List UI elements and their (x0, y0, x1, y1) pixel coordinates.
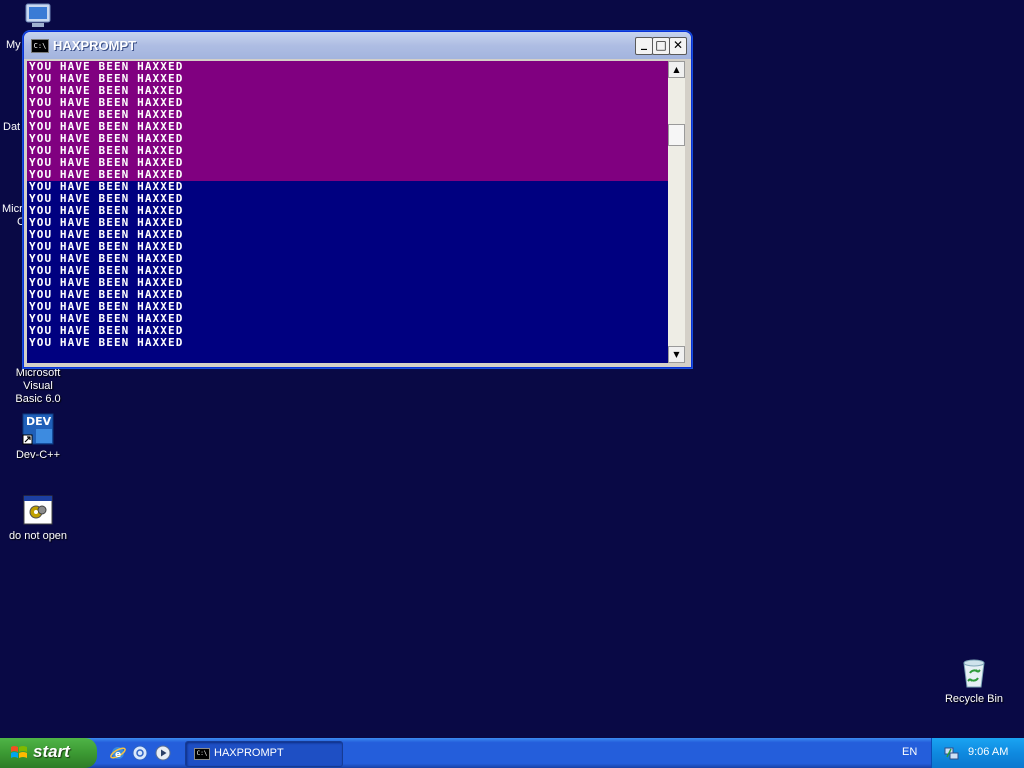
system-tray: 9:06 AM (931, 738, 1024, 768)
devcpp-label: Dev-C++ (15, 449, 61, 461)
console-app-icon[interactable]: C:\ (31, 39, 49, 53)
internet-explorer-icon[interactable]: e (110, 745, 126, 761)
start-label: start (33, 742, 70, 761)
scroll-up-arrow-icon[interactable]: ▲ (668, 61, 685, 78)
desktop-icon-donotopen[interactable]: do not open (0, 494, 76, 543)
my-computer-icon[interactable] (22, 2, 54, 30)
scroll-down-arrow-icon[interactable]: ▼ (668, 346, 685, 363)
devcpp-icon: DEV (22, 413, 54, 445)
maximize-button[interactable]: □ (652, 37, 670, 55)
console-title-bar[interactable]: C:\ HAXPROMPT _ □ ✕ (24, 32, 691, 59)
desktop: My Dat Micro C Microsoft Visual Basic 6.… (0, 0, 1024, 738)
console-window[interactable]: C:\ HAXPROMPT _ □ ✕ YOU HAVE BEEN HAXXED… (23, 31, 692, 368)
taskbar: start e C:\ HAXPROMPT EN 9:06 AM (0, 738, 1024, 768)
desktop-icon-recycle-bin[interactable]: Recycle Bin (936, 657, 1012, 706)
recycle-bin-label: Recycle Bin (944, 693, 1004, 705)
scrollbar-thumb[interactable] (668, 124, 685, 146)
network-icon[interactable] (944, 745, 960, 761)
recycle-bin-icon (958, 657, 990, 689)
desktop-icon-devcpp[interactable]: DEV Dev-C++ (0, 413, 76, 462)
language-indicator[interactable]: EN (902, 746, 917, 758)
desktop-icon-vb6[interactable]: Microsoft Visual Basic 6.0 (0, 367, 76, 406)
minimize-button[interactable]: _ (635, 37, 653, 55)
close-button[interactable]: ✕ (669, 37, 687, 55)
console-vertical-scrollbar[interactable]: ▲ ▼ (668, 61, 685, 363)
devcpp-glyph-text: DEV (26, 415, 52, 428)
console-task-icon: C:\ (194, 748, 210, 760)
vb6-label-line1: Microsoft Visual (15, 367, 61, 392)
my-computer-label[interactable]: My (6, 39, 21, 52)
console-lines: YOU HAVE BEEN HAXXED YOU HAVE BEEN HAXXED… (27, 61, 668, 349)
outlook-express-icon[interactable] (132, 745, 148, 761)
console-output-area[interactable]: YOU HAVE BEEN HAXXED YOU HAVE BEEN HAXXED… (27, 61, 668, 363)
data-icon-label[interactable]: Dat (3, 121, 20, 134)
clock[interactable]: 9:06 AM (968, 746, 1008, 758)
program-window-icon (22, 494, 54, 526)
taskbar-item-haxprompt[interactable]: C:\ HAXPROMPT (185, 741, 343, 767)
vb6-label-line2: Basic 6.0 (15, 393, 61, 405)
console-line: YOU HAVE BEEN HAXXED (27, 337, 668, 349)
svg-text:e: e (115, 750, 121, 760)
console-window-title: HAXPROMPT (53, 38, 137, 53)
taskbar-item-label: HAXPROMPT (214, 747, 284, 759)
windows-flag-icon (10, 744, 28, 762)
start-button[interactable]: start (0, 738, 97, 768)
media-player-icon[interactable] (155, 745, 171, 761)
donotopen-label: do not open (8, 530, 68, 542)
